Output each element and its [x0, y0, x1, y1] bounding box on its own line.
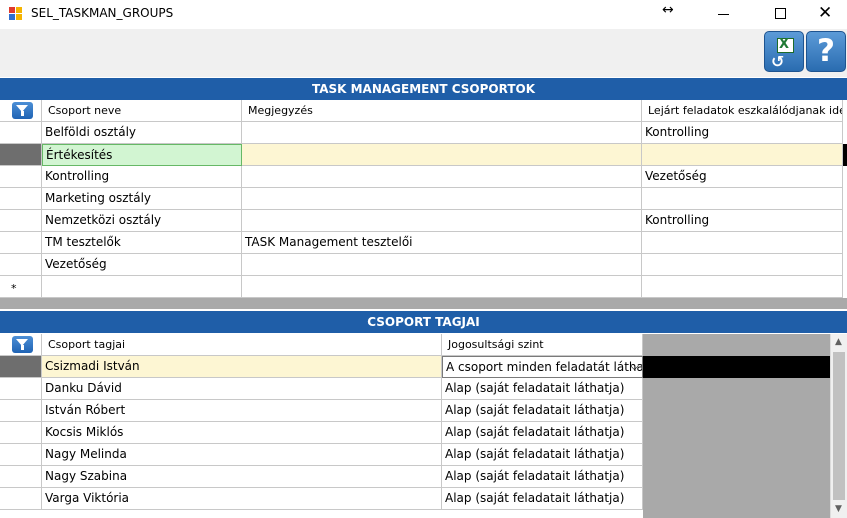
groups-cell-note[interactable]: TASK Management tesztelői	[242, 232, 642, 254]
groups-cell-note[interactable]	[242, 144, 642, 166]
grid-background	[0, 298, 847, 309]
members-row-header[interactable]	[0, 466, 42, 488]
groups-section-title: TASK MANAGEMENT CSOPORTOK	[0, 78, 847, 100]
groups-row-header[interactable]	[0, 122, 42, 144]
groups-cell-escalate[interactable]: Kontrolling	[642, 210, 843, 232]
members-cell-level[interactable]: Alap (saját feladatait láthatja)	[442, 400, 643, 422]
groups-cell-escalate[interactable]	[642, 188, 843, 210]
members-cell-name[interactable]: Nagy Melinda	[42, 444, 442, 466]
groups-cell-name[interactable]: Kontrolling	[42, 166, 242, 188]
row-edge-marker	[843, 144, 847, 166]
row-edge-marker	[643, 356, 830, 378]
groups-row-header[interactable]	[0, 144, 42, 166]
groups-cell-name[interactable]: Nemzetközi osztály	[42, 210, 242, 232]
members-grid: Csoport tagjai Jogosultsági szint Csizmadi…	[0, 334, 847, 518]
groups-row-header[interactable]	[0, 232, 42, 254]
scroll-down-icon[interactable]: ▼	[835, 504, 842, 514]
maximize-button[interactable]	[775, 8, 786, 19]
groups-column-header[interactable]: Megjegyzés	[242, 100, 642, 122]
groups-row-header[interactable]	[0, 210, 42, 232]
excel-x-glyph: X	[779, 37, 790, 52]
members-column-header[interactable]: Jogosultsági szint	[442, 334, 643, 356]
members-cell-level[interactable]: A csoport minden feladatát látha ⌵	[442, 356, 643, 378]
filter-icon-stem	[21, 111, 24, 116]
members-row-header[interactable]	[0, 400, 42, 422]
minimize-button[interactable]	[718, 14, 729, 15]
groups-cell-note[interactable]	[242, 166, 642, 188]
groups-cell-note[interactable]	[242, 254, 642, 276]
members-cell-name[interactable]: Nagy Szabina	[42, 466, 442, 488]
window-title: SEL_TASKMAN_GROUPS	[31, 6, 174, 20]
members-filter-button[interactable]	[12, 336, 33, 353]
groups-cell-name[interactable]: Vezetőség	[42, 254, 242, 276]
groups-cell-name[interactable]: Marketing osztály	[42, 188, 242, 210]
groups-grid: Csoport neve Megjegyzés Lejárt feladatok e…	[0, 100, 847, 309]
members-column-header[interactable]: Csoport tagjai	[42, 334, 442, 356]
groups-filter-button[interactable]	[12, 102, 33, 119]
groups-new-row-marker[interactable]: *	[0, 276, 42, 298]
groups-cell-note[interactable]	[242, 210, 642, 232]
groups-cell-note[interactable]	[242, 188, 642, 210]
groups-cell-note[interactable]	[242, 122, 642, 144]
members-cell-name[interactable]: Csizmadi István	[42, 356, 442, 378]
chevron-down-icon[interactable]: ⌵	[630, 357, 639, 377]
members-cell-name[interactable]: Danku Dávid	[42, 378, 442, 400]
groups-cell-escalate[interactable]: Kontrolling	[642, 122, 843, 144]
groups-cell-escalate[interactable]	[642, 232, 843, 254]
refresh-icon: ↺	[771, 52, 785, 71]
members-row-header[interactable]	[0, 422, 42, 444]
members-row-header[interactable]	[0, 488, 42, 510]
groups-cell-escalate[interactable]: Vezetőség	[642, 166, 843, 188]
help-icon: ?	[817, 33, 835, 69]
help-button[interactable]: ?	[806, 31, 846, 72]
groups-row-header[interactable]	[0, 166, 42, 188]
members-cell-level[interactable]: Alap (saját feladatait láthatja)	[442, 422, 643, 444]
members-cell-level[interactable]: Alap (saját feladatait láthatja)	[442, 488, 643, 510]
excel-export-button[interactable]: X ↺	[764, 31, 804, 72]
groups-cell-name[interactable]: Értékesítés	[42, 144, 242, 166]
groups-cell-escalate[interactable]	[642, 144, 843, 166]
scroll-thumb[interactable]	[833, 352, 845, 500]
groups-column-header[interactable]: Lejárt feladatok eszkalálódjanak ide	[642, 100, 843, 122]
scroll-up-icon[interactable]: ▲	[835, 337, 842, 347]
members-cell-level[interactable]: Alap (saját feladatait láthatja)	[442, 378, 643, 400]
resize-icon[interactable]: ↔	[662, 2, 674, 18]
title-bar: SEL_TASKMAN_GROUPS ↔ ✕	[0, 0, 847, 29]
members-cell-level[interactable]: Alap (saját feladatait láthatja)	[442, 444, 643, 466]
groups-row-header[interactable]	[0, 254, 42, 276]
close-button[interactable]: ✕	[818, 3, 832, 23]
members-vertical-scrollbar[interactable]: ▲ ▼	[830, 334, 847, 518]
members-row-header[interactable]	[0, 356, 42, 378]
toolbar	[0, 29, 847, 77]
groups-cell-escalate[interactable]	[642, 254, 843, 276]
groups-row-header[interactable]	[0, 188, 42, 210]
groups-cell-name[interactable]: TM tesztelők	[42, 232, 242, 254]
groups-column-header[interactable]: Csoport neve	[42, 100, 242, 122]
members-cell-name[interactable]: Kocsis Miklós	[42, 422, 442, 444]
app-icon	[9, 7, 23, 21]
filter-icon-stem	[21, 345, 24, 350]
groups-new-row-cell[interactable]	[642, 276, 843, 298]
members-row-header[interactable]	[0, 444, 42, 466]
groups-new-row-cell[interactable]	[242, 276, 642, 298]
members-section-title: CSOPORT TAGJAI	[0, 311, 847, 333]
members-cell-name[interactable]: István Róbert	[42, 400, 442, 422]
members-cell-level[interactable]: Alap (saját feladatait láthatja)	[442, 466, 643, 488]
members-cell-name[interactable]: Varga Viktória	[42, 488, 442, 510]
members-row-header[interactable]	[0, 378, 42, 400]
groups-new-row-cell[interactable]	[42, 276, 242, 298]
permission-dropdown-value: A csoport minden feladatát látha	[446, 360, 643, 374]
groups-cell-name[interactable]: Belföldi osztály	[42, 122, 242, 144]
